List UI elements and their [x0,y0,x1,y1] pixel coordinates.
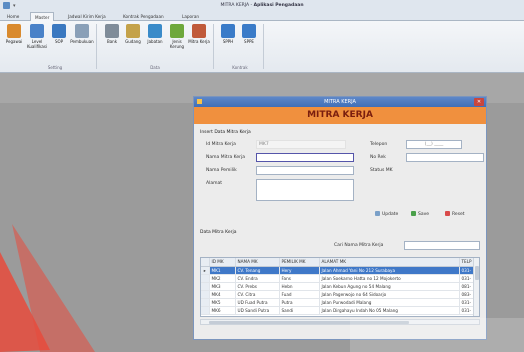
search-label: Cari Nama Mitra Kerja [334,243,384,248]
tab-jadwal[interactable]: Jadwal Kirim Kerja [64,12,110,21]
nama-field[interactable] [256,153,354,162]
vertical-scrollbar[interactable] [473,258,479,316]
jabatan-button[interactable]: Jabatan [143,24,167,44]
col-header[interactable]: ALAMAT MK [319,258,460,267]
pembukuan-icon [75,24,89,38]
sppe-icon [242,24,256,38]
group-separator [213,24,214,69]
mitra-table: ID MK NAMA MK PEMILIK MK ALAMAT MK TELP … [200,257,480,317]
pegawai-button[interactable]: Pegawai [2,24,26,44]
group-label-kontrak: Kontrak [232,65,248,70]
ribbon: Pegawai Level Kualifikasi SOP Pembukuan … [0,21,524,73]
spph-icon [221,24,235,38]
reset-icon [445,211,450,216]
dialog-header: MITRA KERJA [194,107,486,124]
alamat-label: Alamat [206,181,222,186]
table-row[interactable]: MK5 UD Fuad Putra Putra Jalan Purwodadi … [201,298,479,307]
sop-button[interactable]: SOP [47,24,71,44]
id-label: Id Mitra Kerja [206,142,236,147]
row-header-corner [201,258,210,267]
nama-label: Nama Mitra Kerja [206,155,245,160]
save-button[interactable]: Save [408,209,432,218]
dialog-title-bar[interactable]: MITRA KERJA ✕ [194,97,486,107]
update-icon [375,211,380,216]
search-input[interactable] [404,241,480,250]
mitra-icon [192,24,206,38]
tab-kontrak[interactable]: Kontrak Pengadaan [119,12,168,21]
telepon-label: Telepon [370,142,388,147]
id-field: MK7 [256,140,346,149]
mitra-kerja-dialog: MITRA KERJA ✕ MITRA KERJA Insert Data Mi… [193,96,487,340]
pemilik-label: Nama Pemilik [206,168,237,173]
ribbon-tabs: Home Master Jadwal Kirim Kerja Kontrak P… [0,11,524,21]
jabatan-icon [148,24,162,38]
form-section-label: Insert Data Mitra Kerja [200,130,251,135]
reset-button[interactable]: Reset [442,209,468,218]
table-row[interactable]: ▸ MK1 CV. Tenang Hery Jalan Ahmad Yani N… [201,266,479,275]
current-row-indicator-icon: ▸ [201,266,210,275]
tab-laporan[interactable]: Laporan [178,12,203,21]
jenis-icon [170,24,184,38]
grid-section-label: Data Mitra Kerja [200,230,237,235]
col-header[interactable]: NAMA MK [235,258,280,267]
pegawai-icon [7,24,21,38]
dialog-title: MITRA KERJA [324,99,356,105]
update-button[interactable]: Update [372,209,401,218]
pembukuan-button[interactable]: Pembukuan [70,24,94,44]
status-label: Status MK [370,168,393,173]
group-separator [263,24,264,69]
col-header[interactable]: PEMILIK MK [279,258,320,267]
level-kualifikasi-button[interactable]: Level Kualifikasi [25,24,49,49]
sppe-button[interactable]: SPPE [237,24,261,44]
table-row[interactable]: MK6 UD Sandi Putra Sandi Jalan Dirgahayu… [201,306,479,315]
gudang-button[interactable]: Gudang [121,24,145,44]
mitra-kerja-button[interactable]: Mitra Kerja [187,24,211,44]
norek-field[interactable] [406,153,484,162]
pemilik-field[interactable] [256,166,354,175]
norek-label: No Rek [370,155,386,160]
level-icon [30,24,44,38]
tab-home[interactable]: Home [3,12,23,21]
window-title: MITRA KERJA - Aplikasi Pengadaan [220,3,304,8]
gudang-icon [126,24,140,38]
save-icon [411,211,416,216]
close-button[interactable]: ✕ [474,98,484,106]
bank-icon [105,24,119,38]
table-row[interactable]: MK4 CV. Citra Fuad Jalan Pagerwojo no 64… [201,290,479,299]
group-label-setting: Setting [47,65,63,70]
group-label-data: Data [150,65,160,70]
jenis-kerung-button[interactable]: Jenis Kerung [165,24,189,49]
alamat-field[interactable] [256,179,354,201]
app-title-bar: ▾ MITRA KERJA - Aplikasi Pengadaan [0,0,524,11]
horizontal-scrollbar[interactable] [200,319,480,325]
group-separator [96,24,97,69]
table-row[interactable]: MK3 CV. Prebs Hebn Jalan Kebun Agung no … [201,282,479,291]
col-header[interactable]: ID MK [209,258,236,267]
telepon-field[interactable]: (__) ____ [406,140,462,149]
table-row[interactable]: MK2 CV. Endra Fans Jalan Soekarno Hatta … [201,274,479,283]
tab-master[interactable]: Master [30,12,55,21]
sop-icon [52,24,66,38]
